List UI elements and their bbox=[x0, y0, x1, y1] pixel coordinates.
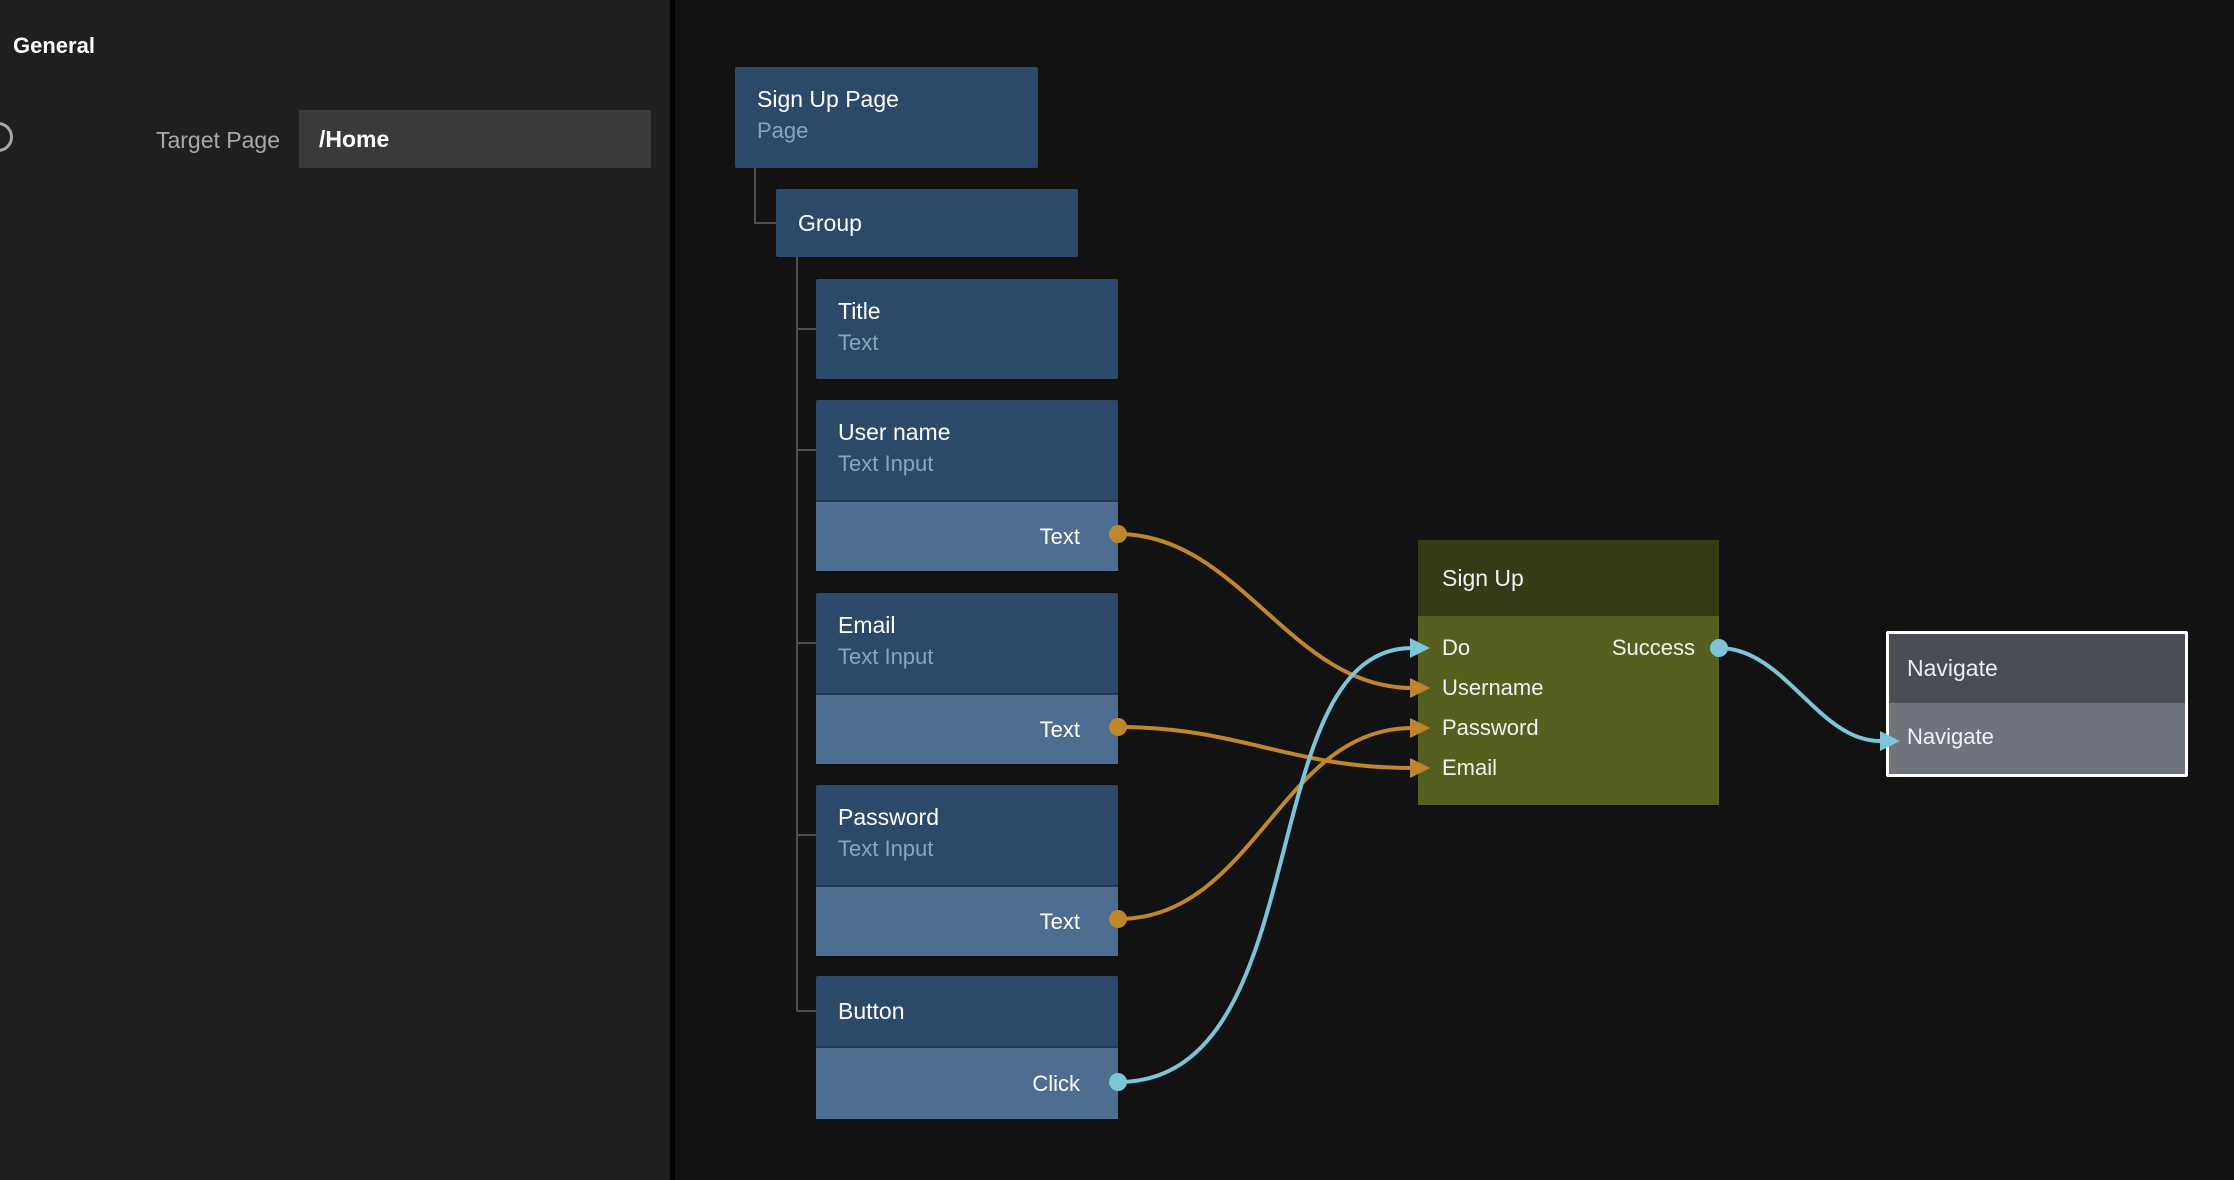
node-group[interactable]: Group bbox=[776, 189, 1078, 257]
node-title: Sign Up Page bbox=[757, 82, 1016, 116]
port-text-output[interactable]: Text bbox=[816, 500, 1118, 571]
node-title-text[interactable]: Title Text bbox=[816, 279, 1118, 379]
node-user-name[interactable]: User name Text Input Text bbox=[816, 400, 1118, 571]
properties-panel: General Target Page bbox=[0, 0, 670, 1180]
node-password[interactable]: Password Text Input Text bbox=[816, 785, 1118, 956]
node-header: Navigate bbox=[1889, 634, 2185, 703]
node-header: Sign Up bbox=[1418, 540, 1719, 616]
node-title: Group bbox=[798, 206, 862, 240]
port-label: Click bbox=[1032, 1071, 1080, 1097]
node-title: Button bbox=[838, 994, 905, 1028]
port-password-input[interactable]: Password bbox=[1442, 715, 1539, 741]
node-type-label: Text Input bbox=[838, 834, 1096, 864]
node-title: User name bbox=[838, 415, 1096, 449]
node-type-label: Page bbox=[757, 116, 1016, 146]
target-page-label: Target Page bbox=[0, 123, 280, 157]
node-navigate[interactable]: Navigate Navigate bbox=[1886, 631, 2188, 777]
node-header: Title Text bbox=[816, 279, 1118, 379]
node-sign-up-function[interactable]: Sign Up Do Success Username Password Ema… bbox=[1418, 540, 1719, 805]
node-title: Sign Up bbox=[1442, 565, 1524, 592]
port-label: Navigate bbox=[1907, 724, 1994, 750]
port-navigate-input[interactable]: Navigate bbox=[1889, 703, 2185, 771]
port-label: Text bbox=[1040, 717, 1080, 743]
node-header: Button bbox=[816, 976, 1118, 1046]
node-ports: Do Success Username Password Email bbox=[1418, 616, 1719, 805]
node-sign-up-page[interactable]: Sign Up Page Page bbox=[735, 67, 1038, 168]
node-header: Sign Up Page Page bbox=[735, 67, 1038, 168]
node-title: Title bbox=[838, 294, 1096, 328]
port-text-output[interactable]: Text bbox=[816, 693, 1118, 764]
port-do-input[interactable]: Do bbox=[1442, 635, 1470, 661]
node-type-label: Text Input bbox=[838, 449, 1096, 479]
target-page-input[interactable] bbox=[299, 110, 651, 168]
node-header: User name Text Input bbox=[816, 400, 1118, 500]
node-title: Password bbox=[838, 800, 1096, 834]
node-header: Group bbox=[776, 189, 1078, 257]
node-button[interactable]: Button Click bbox=[816, 976, 1118, 1119]
port-text-output[interactable]: Text bbox=[816, 885, 1118, 956]
node-type-label: Text Input bbox=[838, 642, 1096, 672]
port-email-input[interactable]: Email bbox=[1442, 755, 1497, 781]
node-title: Email bbox=[838, 608, 1096, 642]
node-header: Email Text Input bbox=[816, 593, 1118, 693]
node-title: Navigate bbox=[1907, 655, 1998, 682]
port-label: Text bbox=[1040, 524, 1080, 550]
section-title: General bbox=[13, 33, 95, 59]
node-email[interactable]: Email Text Input Text bbox=[816, 593, 1118, 764]
port-success-output[interactable]: Success bbox=[1612, 635, 1695, 661]
port-username-input[interactable]: Username bbox=[1442, 675, 1543, 701]
port-click-output[interactable]: Click bbox=[816, 1046, 1118, 1119]
node-type-label: Text bbox=[838, 328, 1096, 358]
node-header: Password Text Input bbox=[816, 785, 1118, 885]
port-label: Text bbox=[1040, 909, 1080, 935]
